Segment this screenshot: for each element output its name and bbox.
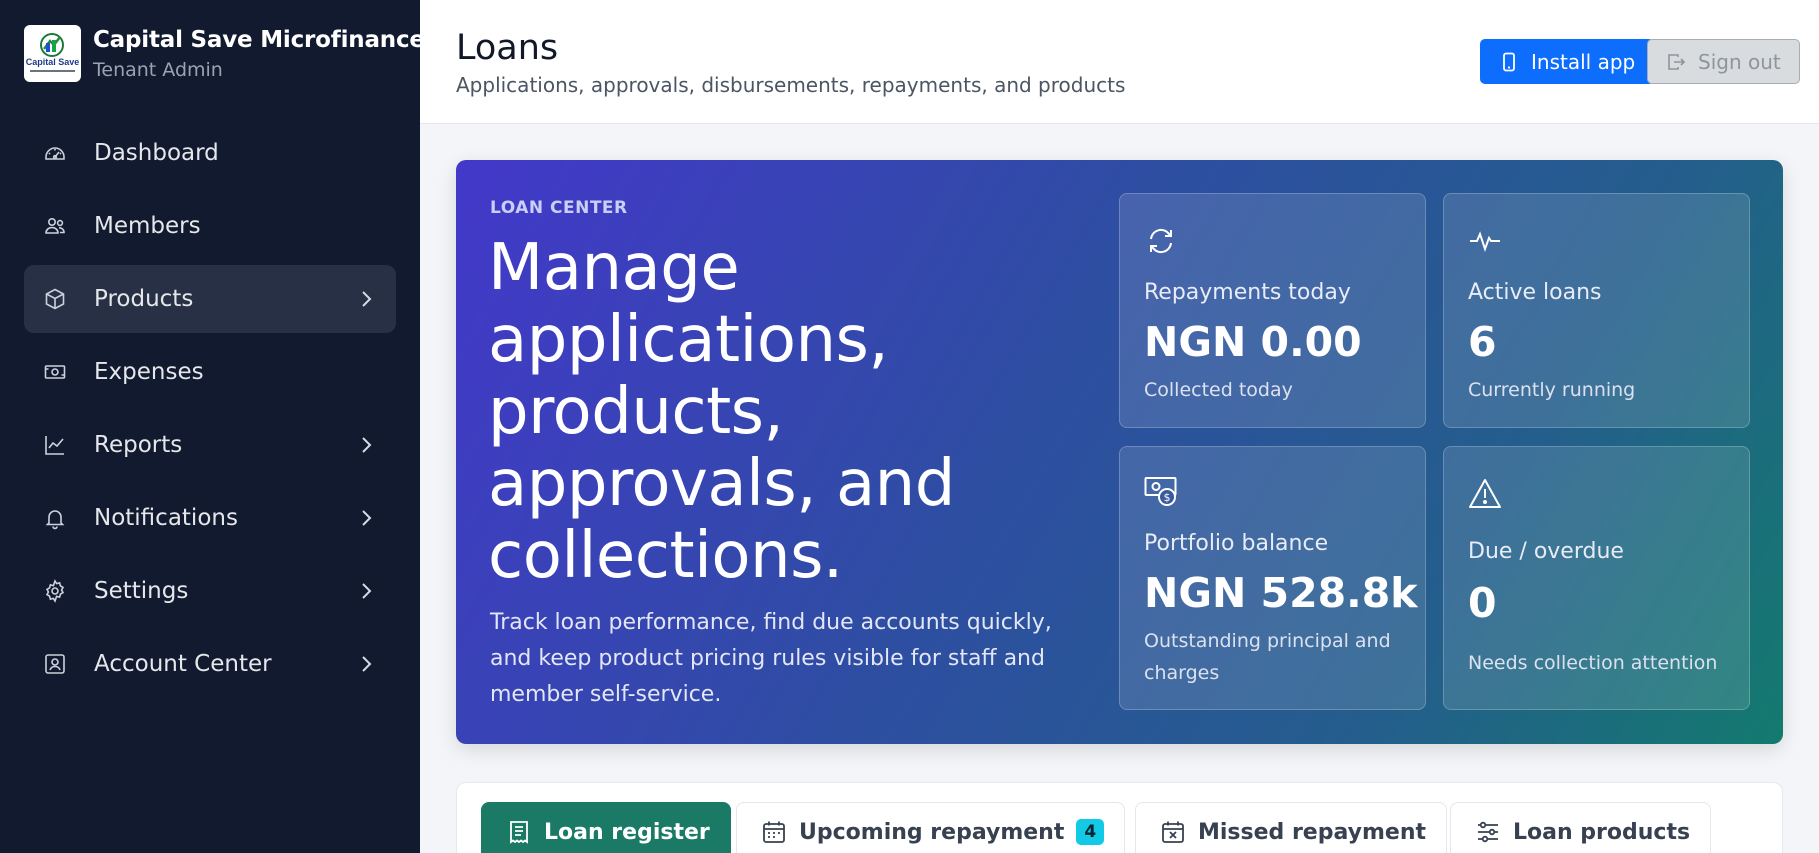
sidebar-item-settings[interactable]: Settings	[24, 557, 396, 625]
receipt-icon	[510, 821, 528, 844]
cash-icon	[42, 359, 68, 385]
stat-value: 0	[1468, 579, 1497, 627]
tab-loan-register[interactable]: Loan register	[481, 802, 731, 853]
chevron-right-icon	[362, 291, 372, 307]
brand-logo: Capital Save	[24, 25, 81, 82]
speedometer-icon	[42, 140, 68, 166]
phone-icon	[1503, 52, 1515, 71]
stat-card-due-overdue: Due / overdue 0 Needs collection attenti…	[1443, 446, 1750, 710]
chevron-right-icon	[362, 583, 372, 599]
hero-description: Track loan performance, find due account…	[490, 610, 1052, 707]
sign-out-button[interactable]: Sign out	[1647, 39, 1800, 84]
hero-title: Manage applications, products, approvals…	[488, 231, 955, 593]
stat-label: Repayments today	[1144, 280, 1351, 305]
tab-label: Loan register	[544, 819, 710, 845]
sidebar-item-label: Notifications	[94, 505, 238, 531]
stat-label: Active loans	[1468, 280, 1602, 305]
cash-coin-icon: $	[1144, 475, 1178, 509]
tab-label: Upcoming repayment	[799, 819, 1065, 845]
stat-label: Portfolio balance	[1144, 531, 1329, 556]
stat-value: NGN 528.8k	[1144, 569, 1418, 617]
sidebar: Capital Save Capital Save Microfinance T…	[0, 0, 425, 853]
loan-tabs-card: Loan register Upcoming repayment 4 Misse…	[456, 782, 1783, 853]
warning-triangle-icon	[1468, 477, 1502, 511]
sidebar-item-label: Members	[94, 213, 201, 239]
calendar-week-icon	[763, 821, 785, 843]
calendar-x-icon	[1162, 821, 1184, 843]
gear-icon	[42, 578, 68, 604]
box-icon	[42, 286, 68, 312]
install-app-button[interactable]: Install app	[1480, 39, 1655, 84]
tab-label: Missed repayment	[1198, 819, 1427, 845]
chevron-right-icon	[362, 437, 372, 453]
stat-value: NGN 0.00	[1144, 318, 1362, 366]
sliders-icon	[1478, 821, 1498, 843]
stat-card-portfolio-balance: $ Portfolio balance NGN 528.8k Outstandi…	[1119, 446, 1426, 710]
sidebar-item-account-center[interactable]: Account Center	[24, 630, 396, 698]
tab-loan-products[interactable]: Loan products	[1450, 802, 1712, 853]
sidebar-item-label: Account Center	[94, 651, 272, 677]
sidebar-item-notifications[interactable]: Notifications	[24, 484, 396, 552]
brand[interactable]: Capital Save Capital Save Microfinance T…	[24, 25, 425, 82]
activity-icon	[1468, 224, 1502, 258]
sidebar-item-products[interactable]: Products	[24, 265, 396, 333]
hero-eyebrow: LOAN CENTER	[490, 198, 628, 218]
page-header: Loans Applications, approvals, disbursem…	[420, 0, 1819, 124]
install-app-label: Install app	[1531, 49, 1636, 74]
chart-line-icon	[42, 432, 68, 458]
tab-missed-repayment[interactable]: Missed repayment	[1135, 802, 1448, 853]
sidebar-item-members[interactable]: Members	[24, 192, 396, 260]
stat-note: Outstanding principal and charges	[1144, 630, 1391, 684]
page-title: Loans	[456, 28, 559, 68]
tab-upcoming-repayment[interactable]: Upcoming repayment 4	[736, 802, 1126, 853]
sidebar-item-label: Settings	[94, 578, 189, 604]
svg-text:$: $	[1164, 491, 1171, 504]
brand-title: Capital Save Microfinance	[93, 26, 425, 53]
brand-subtitle: Tenant Admin	[93, 58, 223, 81]
sidebar-item-reports[interactable]: Reports	[24, 411, 396, 479]
sign-out-icon	[1668, 53, 1686, 70]
tab-label: Loan products	[1513, 819, 1691, 845]
count-badge: 4	[1076, 819, 1105, 845]
stat-note: Needs collection attention	[1468, 652, 1718, 674]
sidebar-nav: Dashboard Members Products Expenses Repo…	[24, 119, 396, 703]
sign-out-label: Sign out	[1698, 49, 1781, 74]
stat-card-repayments-today: Repayments today NGN 0.00 Collected toda…	[1119, 193, 1426, 428]
stat-note: Collected today	[1144, 379, 1293, 401]
bell-icon	[42, 505, 68, 531]
sidebar-item-label: Expenses	[94, 359, 204, 385]
stat-note: Currently running	[1468, 379, 1636, 401]
chevron-right-icon	[362, 510, 372, 526]
sidebar-item-label: Reports	[94, 432, 183, 458]
sidebar-item-label: Dashboard	[94, 140, 219, 166]
users-icon	[42, 213, 68, 239]
page-subtitle: Applications, approvals, disbursements, …	[456, 73, 1126, 97]
loan-center-hero: LOAN CENTER Manage applications, product…	[456, 160, 1783, 744]
sidebar-item-expenses[interactable]: Expenses	[24, 338, 396, 406]
person-badge-icon	[42, 651, 68, 677]
sidebar-item-label: Products	[94, 286, 194, 312]
stat-label: Due / overdue	[1468, 539, 1624, 564]
sidebar-item-dashboard[interactable]: Dashboard	[24, 119, 396, 187]
stat-value: 6	[1468, 318, 1497, 366]
brand-logo-text: Capital Save	[26, 57, 80, 67]
chevron-right-icon	[362, 656, 372, 672]
refresh-icon	[1144, 224, 1178, 258]
stat-card-active-loans: Active loans 6 Currently running	[1443, 193, 1750, 428]
